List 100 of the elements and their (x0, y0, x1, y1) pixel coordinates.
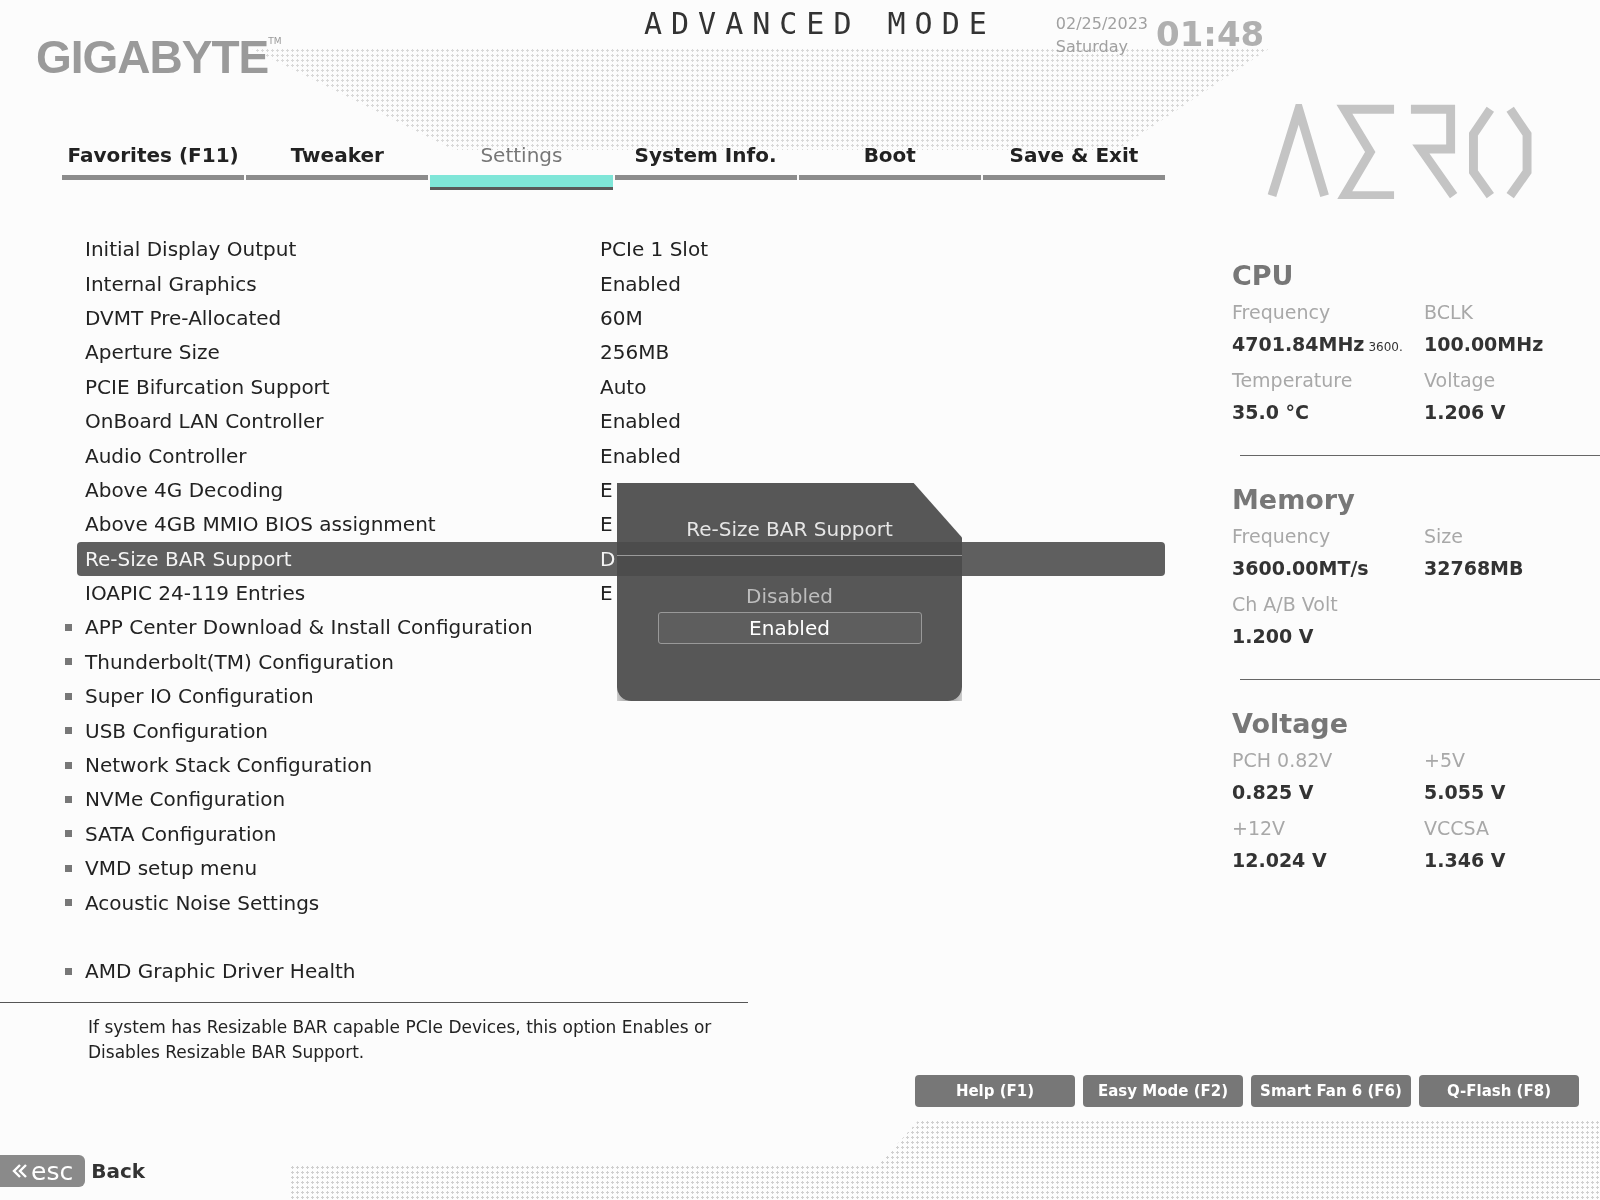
bullet-icon (65, 899, 72, 907)
setting-label: IOAPIC 24-119 Entries (84, 581, 307, 606)
brand-logo: GIGABYTE (36, 30, 269, 84)
function-button[interactable]: Easy Mode (F2) (1083, 1075, 1243, 1108)
setting-value: Auto (600, 374, 647, 399)
monitor-label: +5V (1424, 749, 1466, 771)
monitor-label: Frequency (1232, 525, 1332, 547)
setting-label: PCIE Bifurcation Support (84, 374, 331, 399)
tab[interactable]: Save & Exit (982, 140, 1166, 180)
submenu-row[interactable]: APP Center Download & Install Configuration (77, 610, 600, 645)
tab[interactable]: Favorites (F11) (62, 140, 245, 180)
submenu-label: APP Center Download & Install Configuration (84, 615, 534, 640)
mode-title: ADVANCED MODE (644, 6, 996, 42)
setting-value: E (600, 512, 613, 537)
setting-value: E (600, 581, 613, 606)
setting-label: Aperture Size (84, 340, 221, 365)
submenu-row[interactable]: Network Stack Configuration (77, 747, 600, 783)
setting-row[interactable]: PCIE Bifurcation Support Auto (77, 369, 647, 404)
monitor-label: Voltage (1424, 369, 1497, 391)
submenu-row[interactable]: USB Configuration (77, 713, 600, 748)
setting-value: 60M (600, 305, 643, 330)
popup-title: Re-Size BAR Support (686, 517, 893, 541)
monitor-value: 5.055 V (1424, 781, 1506, 803)
setting-value: Enabled (600, 409, 681, 434)
bullet-icon (65, 692, 72, 700)
setting-value: 256MB (600, 340, 670, 365)
section-title: Voltage (1232, 707, 1349, 739)
setting-value: PCIe 1 Slot (600, 237, 708, 262)
weekday: Saturday (1055, 37, 1129, 56)
setting-row[interactable]: IOAPIC 24-119 Entries E (77, 575, 613, 611)
section-title: CPU (1232, 259, 1295, 291)
tab[interactable]: Boot (798, 140, 981, 180)
function-button[interactable]: Q-Flash (F8) (1419, 1075, 1579, 1108)
setting-label: Internal Graphics (84, 271, 258, 296)
bullet-icon (65, 624, 72, 631)
setting-label: Initial Display Output (84, 237, 298, 262)
submenu-row[interactable]: AMD Graphic Driver Health (77, 953, 600, 989)
setting-value: D (600, 546, 616, 571)
back-label: Back (91, 1159, 146, 1184)
submenu-label: USB Configuration (84, 718, 270, 743)
submenu-label: VMD setup menu (84, 856, 259, 881)
submenu-row[interactable]: VMD setup menu (77, 851, 600, 886)
trademark: TM (268, 36, 282, 46)
monitor-label: Temperature (1232, 369, 1354, 391)
setting-value: Enabled (600, 271, 681, 296)
submenu-row[interactable]: SATA Configuration (77, 816, 600, 852)
popup-option[interactable]: Enabled (657, 612, 922, 644)
function-button[interactable]: Smart Fan 6 (F6) (1251, 1075, 1411, 1108)
bullet-icon (65, 830, 72, 838)
submenu-row[interactable]: NVMe Configuration (77, 782, 600, 817)
submenu-label: NVMe Configuration (84, 787, 287, 812)
monitor-value: 4701.84MHz (1232, 333, 1365, 355)
popup-option[interactable]: Disabled (657, 580, 922, 612)
date: 02/25/2023 (1055, 14, 1149, 33)
bullet-icon (65, 864, 72, 872)
monitor-value: 35.0 °C (1232, 401, 1309, 423)
setting-row[interactable]: Audio Controller Enabled (77, 438, 681, 473)
monitor-note: 3600. (1368, 340, 1403, 354)
submenu-row[interactable]: Super IO Configuration (77, 679, 600, 714)
function-button[interactable]: Help (F1) (915, 1075, 1075, 1108)
monitor-label: Frequency (1232, 301, 1332, 323)
setting-row[interactable]: DVMT Pre-Allocated 60M (77, 300, 643, 336)
monitor-value: 0.825 V (1232, 781, 1314, 803)
submenu-label: Network Stack Configuration (84, 753, 374, 778)
setting-label: Above 4G Decoding (84, 477, 285, 502)
monitor-value: 1.346 V (1424, 849, 1506, 871)
aero-logo-icon (1267, 104, 1535, 199)
submenu-row[interactable]: Thunderbolt(TM) Configuration (77, 644, 600, 680)
monitor-label: +12V (1232, 817, 1287, 839)
submenu-row[interactable]: Acoustic Noise Settings (77, 885, 600, 920)
monitor-value: 1.200 V (1232, 625, 1314, 647)
submenu-label: Acoustic Noise Settings (84, 890, 321, 915)
submenu-label: AMD Graphic Driver Health (84, 959, 357, 983)
setting-label: Audio Controller (84, 443, 248, 468)
bullet-icon (65, 727, 72, 735)
monitor-value: 12.024 V (1232, 849, 1327, 871)
monitor-value: 100.00MHz (1424, 333, 1544, 355)
setting-row[interactable]: Initial Display Output PCIe 1 Slot (77, 232, 708, 267)
setting-row[interactable]: Internal Graphics Enabled (77, 266, 681, 301)
setting-value: Enabled (600, 443, 681, 468)
setting-label: Re-Size BAR Support (84, 546, 293, 571)
help-text: If system has Resizable BAR capable PCIe Devices, this option Enables or Disables Resizable BAR Support. (0, 1002, 748, 1066)
monitor-label: VCCSA (1424, 817, 1490, 839)
submenu-label: Super IO Configuration (84, 684, 315, 709)
setting-row[interactable]: Aperture Size 256MB (77, 335, 670, 370)
monitor-value: 32768MB (1424, 557, 1524, 579)
time: 01:48 (1156, 14, 1265, 56)
setting-row[interactable]: OnBoard LAN Controller Enabled (77, 403, 681, 439)
bullet-icon (65, 967, 72, 975)
bullet-icon (65, 761, 72, 769)
tab[interactable]: Settings (430, 140, 613, 187)
submenu-label: SATA Configuration (84, 821, 278, 846)
tab[interactable]: System Info. (614, 140, 797, 180)
monitor-label: BCLK (1424, 301, 1474, 323)
setting-label: OnBoard LAN Controller (84, 409, 325, 434)
submenu-label: Thunderbolt(TM) Configuration (84, 649, 395, 674)
setting-row[interactable]: Above 4G Decoding E (77, 472, 613, 508)
monitor-label: PCH 0.82V (1232, 749, 1334, 771)
tab[interactable]: Tweaker (246, 140, 429, 180)
setting-row[interactable]: Above 4GB MMIO BIOS assignment E (77, 507, 613, 542)
